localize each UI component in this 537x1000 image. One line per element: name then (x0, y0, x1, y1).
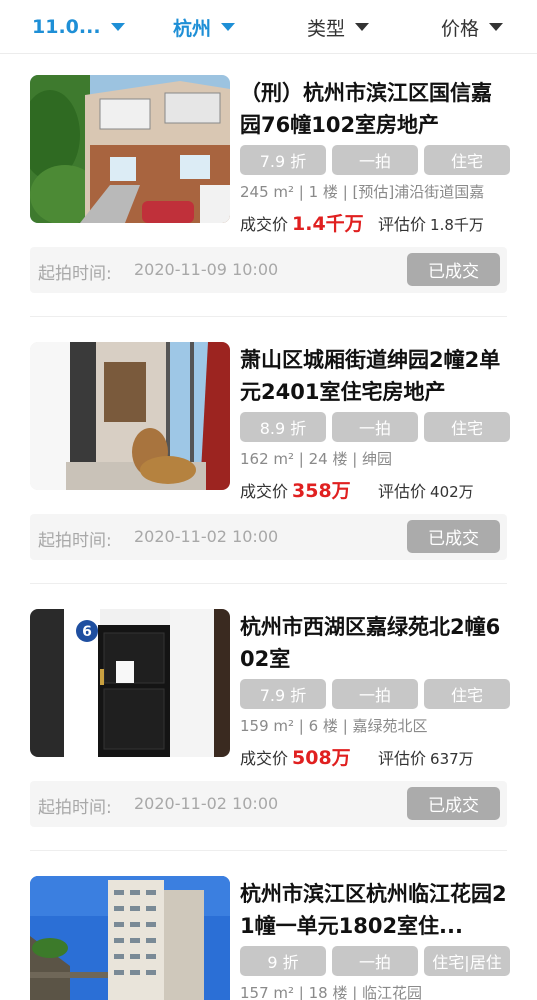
auction-info-bar: 起拍时间: 2020-11-02 10:00 已成交 (30, 514, 507, 560)
listing-tags: 7.9 折 一拍 住宅 (240, 145, 510, 175)
eval-price-label: 评估价 (378, 482, 427, 501)
deal-price-value: 508万 (292, 747, 351, 769)
filter-price[interactable]: 价格 (441, 13, 504, 41)
auction-round-tag: 一拍 (332, 412, 418, 442)
divider (30, 316, 507, 317)
discount-tag: 9 折 (240, 946, 326, 976)
start-time-value: 2020-11-09 10:00 (134, 260, 279, 279)
property-type-tag: 住宅 (424, 679, 510, 709)
eval-price-label: 评估价 (378, 749, 427, 768)
listing-card[interactable]: 萧山区城厢街道绅园2幢2单元2401室住宅房地产 8.9 折 一拍 住宅 162… (0, 342, 537, 608)
status-button[interactable]: 已成交 (407, 520, 500, 553)
property-type-tag: 住宅|居住 (424, 946, 510, 976)
eval-price-value: 1.8千万 (430, 216, 484, 234)
filter-date-label: 11.0... (32, 16, 101, 38)
filter-price-label: 价格 (441, 17, 480, 40)
listing-card[interactable]: 6 杭州市西湖区嘉绿苑北2幢602室 7.9 折 一拍 住宅 159 m² | … (0, 609, 537, 875)
deal-price-value: 358万 (292, 480, 351, 502)
start-time-value: 2020-11-02 10:00 (134, 527, 279, 546)
auction-info-bar: 起拍时间: 2020-11-02 10:00 已成交 (30, 781, 507, 827)
listing-photo[interactable]: 6 (30, 609, 230, 757)
eval-price-label: 评估价 (378, 215, 427, 234)
deal-price-label: 成交价 (240, 482, 289, 501)
divider (30, 583, 507, 584)
deal-price-label: 成交价 (240, 749, 289, 768)
eval-price-value: 402万 (430, 483, 474, 501)
listing-title[interactable]: 杭州市滨江区杭州临江花园21幢一单元1802室住... (240, 878, 512, 942)
price-row: 成交价 358万 评估价 402万 (240, 476, 520, 506)
listing-meta: 162 m² | 24 楼 | 绅园 (240, 450, 393, 468)
chevron-down-icon (110, 23, 125, 31)
discount-tag: 7.9 折 (240, 145, 326, 175)
property-type-tag: 住宅 (424, 145, 510, 175)
filter-type[interactable]: 类型 (307, 13, 370, 41)
listing-tags: 7.9 折 一拍 住宅 (240, 679, 510, 709)
status-button[interactable]: 已成交 (407, 253, 500, 286)
price-row: 成交价 1.4千万 评估价 1.8千万 (240, 209, 520, 239)
discount-tag: 8.9 折 (240, 412, 326, 442)
listing-photo[interactable] (30, 75, 230, 223)
eval-price-value: 637万 (430, 750, 474, 768)
start-time-label: 起拍时间: (38, 531, 112, 551)
listing-title[interactable]: （刑）杭州市滨江区国信嘉园76幢102室房地产 (240, 77, 512, 141)
chevron-down-icon (355, 23, 370, 31)
listing-photo[interactable] (30, 876, 230, 1000)
listing-tags: 8.9 折 一拍 住宅 (240, 412, 510, 442)
auction-round-tag: 一拍 (332, 946, 418, 976)
start-time-label: 起拍时间: (38, 798, 112, 818)
listing-meta: 245 m² | 1 楼 | [预估]浦沿街道国嘉 (240, 183, 485, 201)
start-time-label: 起拍时间: (38, 264, 112, 284)
filter-date[interactable]: 11.0... (32, 13, 125, 41)
listing-card[interactable]: 杭州市滨江区杭州临江花园21幢一单元1802室住... 9 折 一拍 住宅|居住… (0, 876, 537, 1000)
start-time-value: 2020-11-02 10:00 (134, 794, 279, 813)
discount-tag: 7.9 折 (240, 679, 326, 709)
listing-title[interactable]: 萧山区城厢街道绅园2幢2单元2401室住宅房地产 (240, 344, 512, 408)
price-row: 成交价 508万 评估价 637万 (240, 743, 520, 773)
property-type-tag: 住宅 (424, 412, 510, 442)
chevron-down-icon (489, 23, 504, 31)
listing-card[interactable]: （刑）杭州市滨江区国信嘉园76幢102室房地产 7.9 折 一拍 住宅 245 … (0, 75, 537, 341)
divider (30, 850, 507, 851)
listing-tags: 9 折 一拍 住宅|居住 (240, 946, 510, 976)
deal-price-label: 成交价 (240, 215, 289, 234)
listing-photo[interactable] (30, 342, 230, 490)
filter-city-label: 杭州 (173, 17, 212, 40)
auction-round-tag: 一拍 (332, 679, 418, 709)
filter-city[interactable]: 杭州 (173, 13, 236, 41)
filter-bar: 11.0... 杭州 类型 价格 (0, 0, 537, 54)
listing-meta: 159 m² | 6 楼 | 嘉绿苑北区 (240, 717, 428, 735)
status-button[interactable]: 已成交 (407, 787, 500, 820)
auction-round-tag: 一拍 (332, 145, 418, 175)
deal-price-value: 1.4千万 (292, 213, 364, 235)
door-number: 6 (82, 624, 92, 640)
auction-info-bar: 起拍时间: 2020-11-09 10:00 已成交 (30, 247, 507, 293)
listing-meta: 157 m² | 18 楼 | 临江花园 (240, 984, 423, 1000)
chevron-down-icon (221, 23, 236, 31)
filter-type-label: 类型 (307, 17, 346, 40)
listing-title[interactable]: 杭州市西湖区嘉绿苑北2幢602室 (240, 611, 512, 675)
